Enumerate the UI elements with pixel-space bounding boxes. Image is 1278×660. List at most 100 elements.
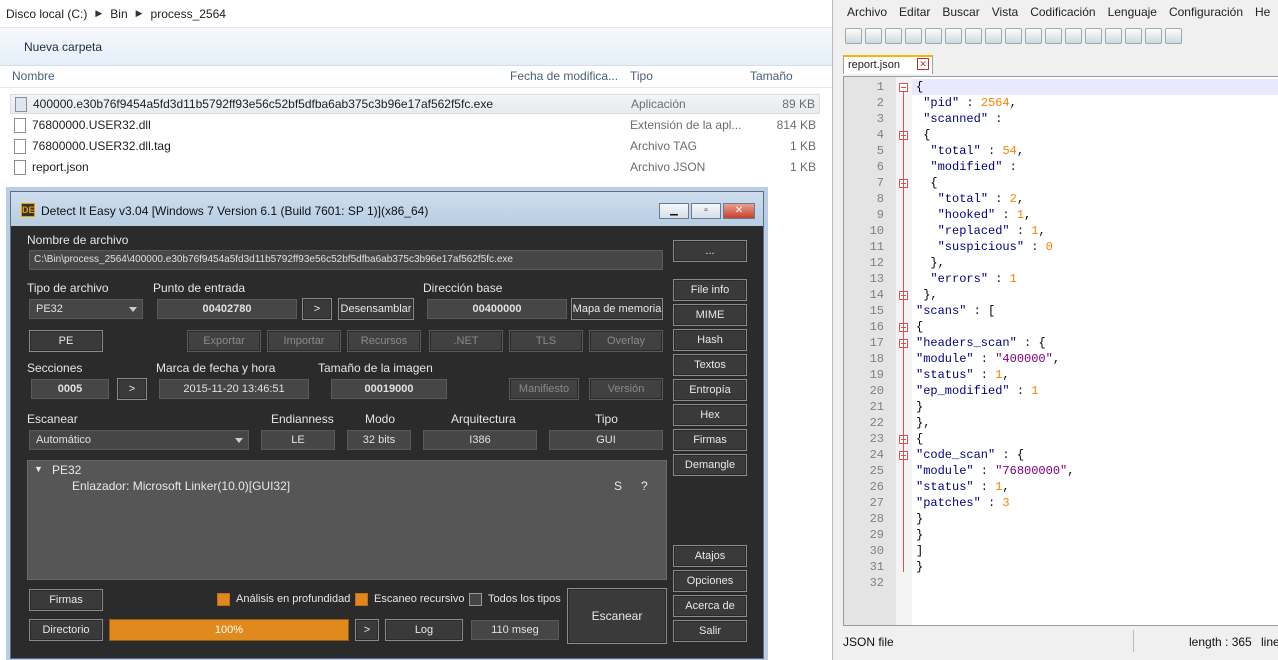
- new-folder-button[interactable]: Nueva carpeta: [24, 40, 102, 54]
- paste-icon[interactable]: [1025, 28, 1042, 44]
- signatures-button[interactable]: Firmas: [29, 589, 103, 611]
- hex-button[interactable]: Hex: [673, 404, 747, 426]
- print-icon[interactable]: [965, 28, 982, 44]
- column-date[interactable]: Fecha de modifica...: [510, 69, 618, 83]
- close-icon[interactable]: [925, 28, 942, 44]
- zoom-out-icon[interactable]: [1145, 28, 1162, 44]
- menu-item[interactable]: Vista: [992, 5, 1018, 25]
- hash-button[interactable]: Hash: [673, 329, 747, 351]
- pe-button[interactable]: PE: [29, 330, 103, 352]
- cut-icon[interactable]: [985, 28, 1002, 44]
- base-address-field[interactable]: 00400000: [427, 299, 567, 319]
- column-type[interactable]: Tipo: [630, 69, 653, 83]
- image-size-field[interactable]: 00019000: [331, 379, 447, 399]
- code-editor[interactable]: 1 2 3 4 5 6 7 8 9 10 11 12 13 14 15 16 17 18 19 20 21 22 23 24 2…: [843, 76, 1278, 626]
- breadcrumb[interactable]: Disco local (C:) ▶ Bin ▶ process_2564: [0, 0, 832, 28]
- menu-item[interactable]: Configuración: [1169, 5, 1243, 25]
- save-icon[interactable]: [885, 28, 902, 44]
- result-root[interactable]: PE32: [52, 463, 81, 477]
- line-number: 18: [869, 352, 884, 366]
- all-types-checkbox[interactable]: [469, 593, 482, 606]
- tab-report-json[interactable]: report.json ✕: [843, 55, 933, 74]
- demangle-button[interactable]: Demangle: [673, 454, 747, 476]
- timestamp-field[interactable]: 2015-11-20 13:46:51: [159, 379, 309, 399]
- open-file-icon[interactable]: [865, 28, 882, 44]
- maximize-icon[interactable]: ▫: [691, 203, 721, 219]
- new-file-icon[interactable]: [845, 28, 862, 44]
- menu-item[interactable]: Buscar: [942, 5, 979, 25]
- info-button[interactable]: ?: [641, 479, 648, 493]
- find-icon[interactable]: [1085, 28, 1102, 44]
- breadcrumb-bin[interactable]: Bin: [110, 7, 127, 21]
- expand-arrow-icon[interactable]: ▼: [34, 464, 43, 474]
- scan-results-tree[interactable]: ▼ PE32 Enlazador: Microsoft Linker(10.0)…: [27, 460, 667, 580]
- menu-item[interactable]: Archivo: [847, 5, 887, 25]
- memory-map-button[interactable]: Mapa de memoria: [571, 298, 663, 320]
- menu-item[interactable]: Lenguaje: [1108, 5, 1157, 25]
- copy-icon[interactable]: [1005, 28, 1022, 44]
- sections-go-button[interactable]: >: [117, 378, 147, 400]
- about-button[interactable]: Acerca de: [673, 595, 747, 617]
- list-item[interactable]: 76800000.USER32.dll.tag Archivo TAG 1 KB: [10, 137, 820, 157]
- tls-button[interactable]: TLS: [509, 330, 583, 352]
- browse-button[interactable]: ...: [673, 240, 747, 262]
- close-all-icon[interactable]: [945, 28, 962, 44]
- zoom-in-icon[interactable]: [1125, 28, 1142, 44]
- column-size[interactable]: Tamaño: [750, 69, 793, 83]
- minimize-icon[interactable]: ▁: [659, 203, 689, 219]
- manifest-button[interactable]: Manifiesto: [509, 378, 579, 400]
- chevron-right-icon[interactable]: ▶: [95, 8, 102, 19]
- undo-icon[interactable]: [1045, 28, 1062, 44]
- close-tab-icon[interactable]: ✕: [917, 58, 929, 70]
- sections-field[interactable]: 0005: [31, 379, 109, 399]
- entry-point-go-button[interactable]: >: [302, 298, 332, 320]
- deep-scan-checkbox[interactable]: [217, 593, 230, 606]
- progress-go-button[interactable]: >: [355, 619, 379, 641]
- file-path-field[interactable]: C:\Bin\process_2564\400000.e30b76f9454a5…: [29, 250, 663, 270]
- entropy-button[interactable]: Entropía: [673, 379, 747, 401]
- breadcrumb-drive[interactable]: Disco local (C:): [6, 7, 87, 21]
- scan-mode-select[interactable]: Automático: [29, 430, 249, 450]
- list-item[interactable]: 400000.e30b76f9454a5fd3d11b5792ff93e56c5…: [10, 94, 820, 114]
- exit-button[interactable]: Salir: [673, 620, 747, 642]
- save-all-icon[interactable]: [905, 28, 922, 44]
- menu-item[interactable]: Codificación: [1030, 5, 1095, 25]
- options-button[interactable]: Opciones: [673, 570, 747, 592]
- list-item[interactable]: 76800000.USER32.dll Extensión de la apl.…: [10, 116, 820, 136]
- shortcuts-button[interactable]: Atajos: [673, 545, 747, 567]
- disassemble-button[interactable]: Desensamblar: [338, 298, 414, 320]
- signature-button[interactable]: S: [614, 479, 622, 493]
- close-icon[interactable]: ✕: [723, 203, 755, 219]
- strings-button[interactable]: Textos: [673, 354, 747, 376]
- column-header: Nombre Fecha de modifica... Tipo Tamaño: [0, 66, 832, 88]
- redo-icon[interactable]: [1065, 28, 1082, 44]
- signatures-side-button[interactable]: Firmas: [673, 429, 747, 451]
- scan-button[interactable]: Escanear: [567, 588, 667, 644]
- dotnet-button[interactable]: .NET: [429, 330, 503, 352]
- exe-file-icon: [15, 97, 27, 112]
- entry-point-field[interactable]: 00402780: [157, 299, 297, 319]
- import-button[interactable]: Importar: [267, 330, 341, 352]
- column-name[interactable]: Nombre: [12, 69, 55, 83]
- chevron-right-icon[interactable]: ▶: [136, 8, 143, 19]
- recursive-scan-checkbox[interactable]: [355, 593, 368, 606]
- menu-item[interactable]: He: [1255, 5, 1270, 25]
- file-info-button[interactable]: File info: [673, 279, 747, 301]
- export-button[interactable]: Exportar: [187, 330, 261, 352]
- menu-item[interactable]: Editar: [899, 5, 930, 25]
- title-bar[interactable]: DE Detect It Easy v3.04 [Windows 7 Versi…: [11, 192, 763, 226]
- file-type-select[interactable]: PE32: [29, 299, 143, 319]
- result-item[interactable]: Enlazador: Microsoft Linker(10.0)[GUI32]: [72, 479, 290, 493]
- version-button[interactable]: Versión: [589, 378, 663, 400]
- log-button[interactable]: Log: [385, 619, 463, 641]
- breadcrumb-process[interactable]: process_2564: [151, 7, 226, 21]
- mime-button[interactable]: MIME: [673, 304, 747, 326]
- overlay-button[interactable]: Overlay: [589, 330, 663, 352]
- replace-icon[interactable]: [1105, 28, 1122, 44]
- resources-button[interactable]: Recursos: [347, 330, 421, 352]
- fold-toggle-icon[interactable]: [899, 83, 908, 92]
- status-line: line: [1261, 635, 1278, 649]
- sync-icon[interactable]: [1165, 28, 1182, 44]
- list-item[interactable]: report.json Archivo JSON 1 KB: [10, 158, 820, 178]
- directory-button[interactable]: Directorio: [29, 619, 103, 641]
